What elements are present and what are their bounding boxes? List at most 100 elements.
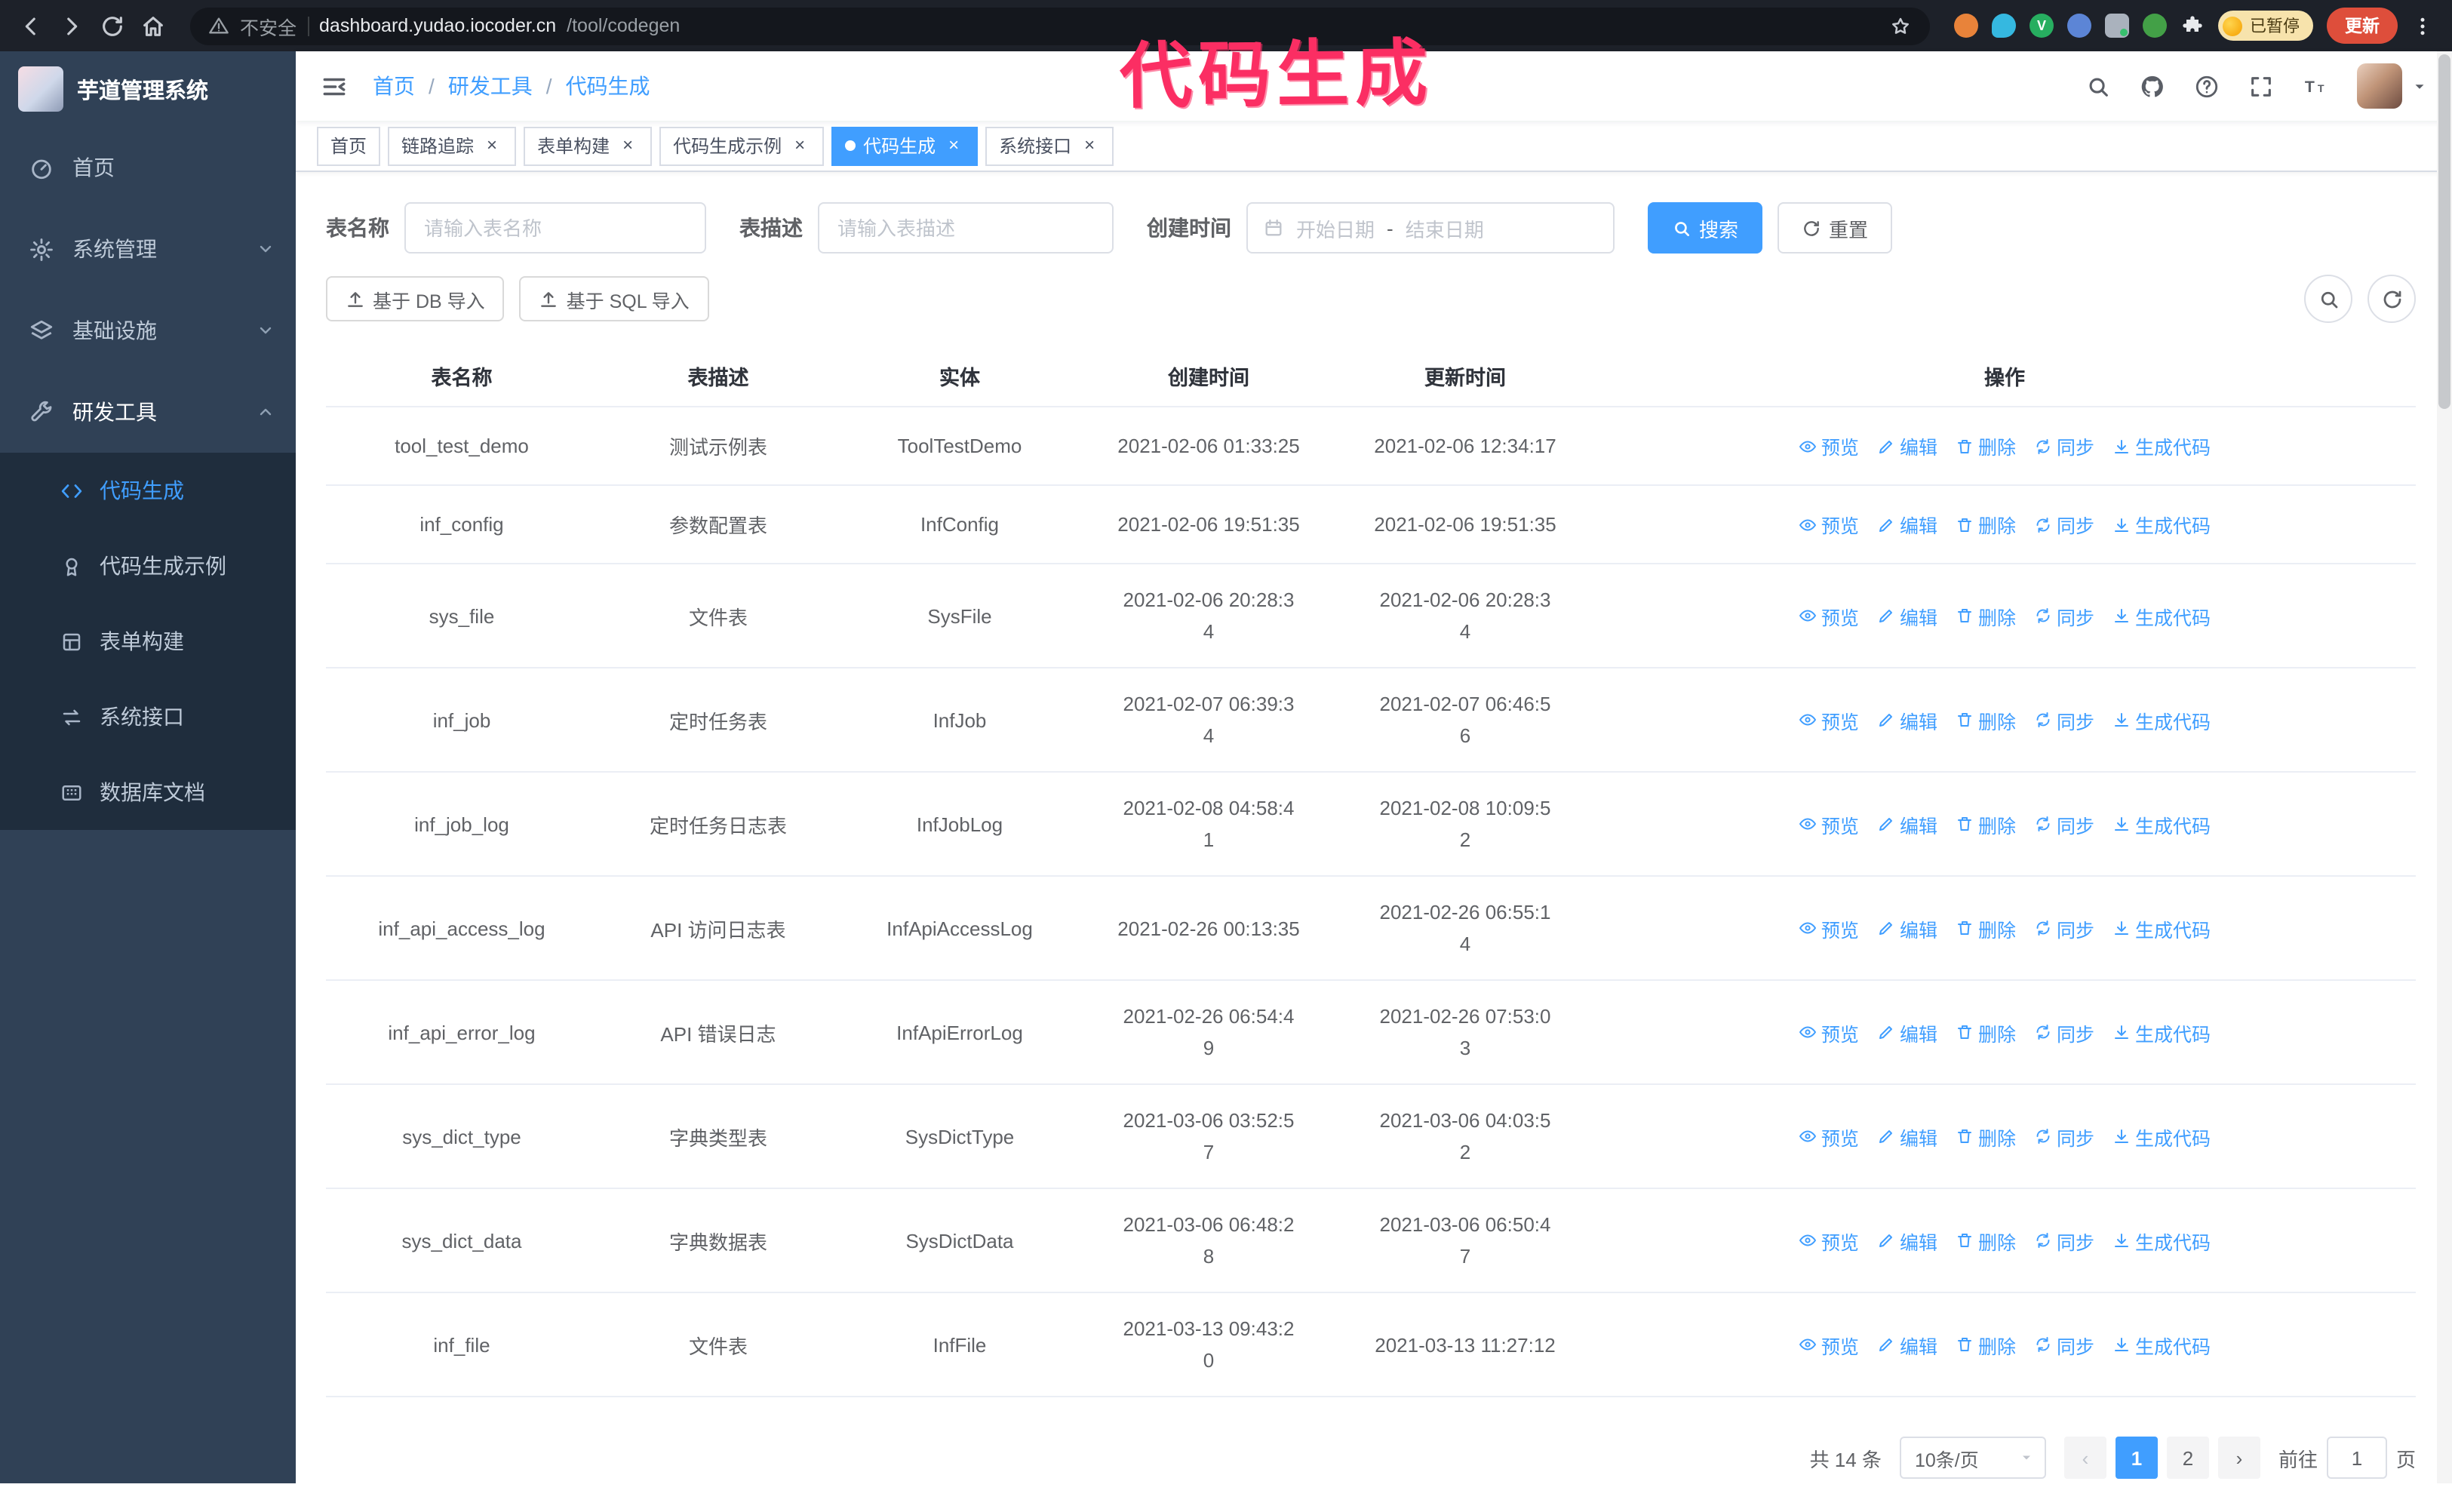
close-icon[interactable]: × bbox=[481, 134, 502, 156]
preview-link[interactable]: 预览 bbox=[1799, 510, 1859, 539]
scrollbar-thumb[interactable] bbox=[2438, 54, 2450, 409]
generate-code-link[interactable]: 生成代码 bbox=[2112, 510, 2211, 539]
edit-link[interactable]: 编辑 bbox=[1877, 1330, 1937, 1359]
delete-link[interactable]: 删除 bbox=[1956, 1226, 2016, 1255]
generate-code-link[interactable]: 生成代码 bbox=[2112, 1226, 2211, 1255]
tab-codegen-example[interactable]: 代码生成示例 × bbox=[659, 126, 825, 165]
preview-link[interactable]: 预览 bbox=[1799, 432, 1859, 460]
browser-scrollbar[interactable] bbox=[2437, 51, 2452, 1483]
back-icon[interactable] bbox=[18, 13, 44, 38]
delete-link[interactable]: 删除 bbox=[1956, 1018, 2016, 1046]
update-button[interactable]: 更新 bbox=[2327, 8, 2398, 44]
home-icon[interactable] bbox=[140, 13, 166, 38]
preview-link[interactable]: 预览 bbox=[1799, 705, 1859, 734]
paused-badge[interactable]: 已暂停 bbox=[2218, 11, 2313, 41]
generate-code-link[interactable]: 生成代码 bbox=[2112, 1018, 2211, 1046]
extension-icon-people[interactable] bbox=[2067, 14, 2091, 38]
tab-trace[interactable]: 链路追踪 × bbox=[388, 126, 517, 165]
sidebar-subitem-form-builder[interactable]: 表单构建 bbox=[0, 604, 296, 679]
sidebar-item-infrastructure[interactable]: 基础设施 bbox=[0, 290, 296, 371]
tab-form-builder[interactable]: 表单构建 × bbox=[524, 126, 653, 165]
fullscreen-icon[interactable] bbox=[2248, 73, 2274, 99]
delete-link[interactable]: 删除 bbox=[1956, 914, 2016, 942]
generate-code-link[interactable]: 生成代码 bbox=[2112, 1330, 2211, 1359]
preview-link[interactable]: 预览 bbox=[1799, 1122, 1859, 1151]
extension-icon-drop[interactable] bbox=[1992, 14, 2016, 38]
breadcrumb-dev-tools[interactable]: 研发工具 bbox=[448, 71, 533, 101]
extension-icon-orange[interactable] bbox=[1954, 14, 1978, 38]
sync-link[interactable]: 同步 bbox=[2034, 1122, 2094, 1151]
edit-link[interactable]: 编辑 bbox=[1877, 432, 1937, 460]
edit-link[interactable]: 编辑 bbox=[1877, 1122, 1937, 1151]
generate-code-link[interactable]: 生成代码 bbox=[2112, 601, 2211, 630]
github-icon[interactable] bbox=[2140, 73, 2165, 99]
sidebar-subitem-db-doc[interactable]: 数据库文档 bbox=[0, 754, 296, 830]
delete-link[interactable]: 删除 bbox=[1956, 1122, 2016, 1151]
sync-link[interactable]: 同步 bbox=[2034, 914, 2094, 942]
font-size-icon[interactable]: TT bbox=[2303, 73, 2328, 99]
edit-link[interactable]: 编辑 bbox=[1877, 810, 1937, 838]
delete-link[interactable]: 删除 bbox=[1956, 1330, 2016, 1359]
table-name-input[interactable] bbox=[404, 202, 706, 254]
reload-icon[interactable] bbox=[100, 13, 125, 38]
delete-link[interactable]: 删除 bbox=[1956, 432, 2016, 460]
sidebar-item-system-management[interactable]: 系统管理 bbox=[0, 208, 296, 290]
sidebar-subitem-codegen-example[interactable]: 代码生成示例 bbox=[0, 528, 296, 604]
sync-link[interactable]: 同步 bbox=[2034, 1330, 2094, 1359]
next-page-button[interactable]: › bbox=[2217, 1437, 2260, 1479]
delete-link[interactable]: 删除 bbox=[1956, 510, 2016, 539]
preview-link[interactable]: 预览 bbox=[1799, 810, 1859, 838]
sidebar-fold-icon[interactable] bbox=[320, 72, 349, 100]
date-range-picker[interactable]: 开始日期 - 结束日期 bbox=[1246, 202, 1615, 254]
edit-link[interactable]: 编辑 bbox=[1877, 1018, 1937, 1046]
import-sql-button[interactable]: 基于 SQL 导入 bbox=[519, 276, 709, 321]
preview-link[interactable]: 预览 bbox=[1799, 1018, 1859, 1046]
preview-link[interactable]: 预览 bbox=[1799, 601, 1859, 630]
preview-link[interactable]: 预览 bbox=[1799, 914, 1859, 942]
generate-code-link[interactable]: 生成代码 bbox=[2112, 432, 2211, 460]
puzzle-icon[interactable] bbox=[2180, 14, 2205, 38]
sidebar-logo[interactable]: 芋道管理系统 bbox=[0, 51, 296, 127]
edit-link[interactable]: 编辑 bbox=[1877, 914, 1937, 942]
breadcrumb-home[interactable]: 首页 bbox=[373, 71, 415, 101]
close-icon[interactable]: × bbox=[943, 134, 964, 156]
preview-link[interactable]: 预览 bbox=[1799, 1226, 1859, 1255]
goto-page-input[interactable] bbox=[2326, 1437, 2387, 1479]
edit-link[interactable]: 编辑 bbox=[1877, 601, 1937, 630]
forward-icon[interactable] bbox=[59, 13, 84, 38]
close-icon[interactable]: × bbox=[1079, 134, 1100, 156]
sidebar-subitem-codegen[interactable]: 代码生成 bbox=[0, 453, 296, 528]
tab-codegen[interactable]: 代码生成 × bbox=[831, 126, 979, 165]
sync-link[interactable]: 同步 bbox=[2034, 601, 2094, 630]
reset-button[interactable]: 重置 bbox=[1778, 202, 1893, 254]
edit-link[interactable]: 编辑 bbox=[1877, 510, 1937, 539]
extension-icon-leaf[interactable] bbox=[2143, 14, 2167, 38]
extension-icon-screenshot[interactable] bbox=[2105, 14, 2129, 38]
table-desc-input[interactable] bbox=[818, 202, 1114, 254]
sidebar-subitem-system-api[interactable]: 系统接口 bbox=[0, 679, 296, 754]
sync-link[interactable]: 同步 bbox=[2034, 1018, 2094, 1046]
bookmark-star-icon[interactable] bbox=[1889, 14, 1912, 37]
prev-page-button[interactable]: ‹ bbox=[2063, 1437, 2106, 1479]
sync-link[interactable]: 同步 bbox=[2034, 1226, 2094, 1255]
address-bar[interactable]: 不安全 dashboard.yudao.iocoder.cn/tool/code… bbox=[190, 7, 1930, 45]
page-size-select[interactable]: 10条/页 bbox=[1899, 1437, 2046, 1479]
tab-system-api[interactable]: 系统接口 × bbox=[985, 126, 1114, 165]
edit-link[interactable]: 编辑 bbox=[1877, 1226, 1937, 1255]
sync-link[interactable]: 同步 bbox=[2034, 705, 2094, 734]
page-button-1[interactable]: 1 bbox=[2115, 1437, 2158, 1479]
preview-link[interactable]: 预览 bbox=[1799, 1330, 1859, 1359]
extension-icon-v[interactable]: V bbox=[2030, 14, 2054, 38]
search-icon[interactable] bbox=[2085, 73, 2111, 99]
help-icon[interactable] bbox=[2194, 73, 2220, 99]
generate-code-link[interactable]: 生成代码 bbox=[2112, 705, 2211, 734]
sync-link[interactable]: 同步 bbox=[2034, 810, 2094, 838]
kebab-menu-icon[interactable] bbox=[2411, 14, 2434, 37]
delete-link[interactable]: 删除 bbox=[1956, 601, 2016, 630]
delete-link[interactable]: 删除 bbox=[1956, 705, 2016, 734]
refresh-table-button[interactable] bbox=[2368, 275, 2416, 323]
user-menu[interactable] bbox=[2357, 63, 2428, 109]
close-icon[interactable]: × bbox=[617, 134, 638, 156]
close-icon[interactable]: × bbox=[789, 134, 810, 156]
sync-link[interactable]: 同步 bbox=[2034, 432, 2094, 460]
